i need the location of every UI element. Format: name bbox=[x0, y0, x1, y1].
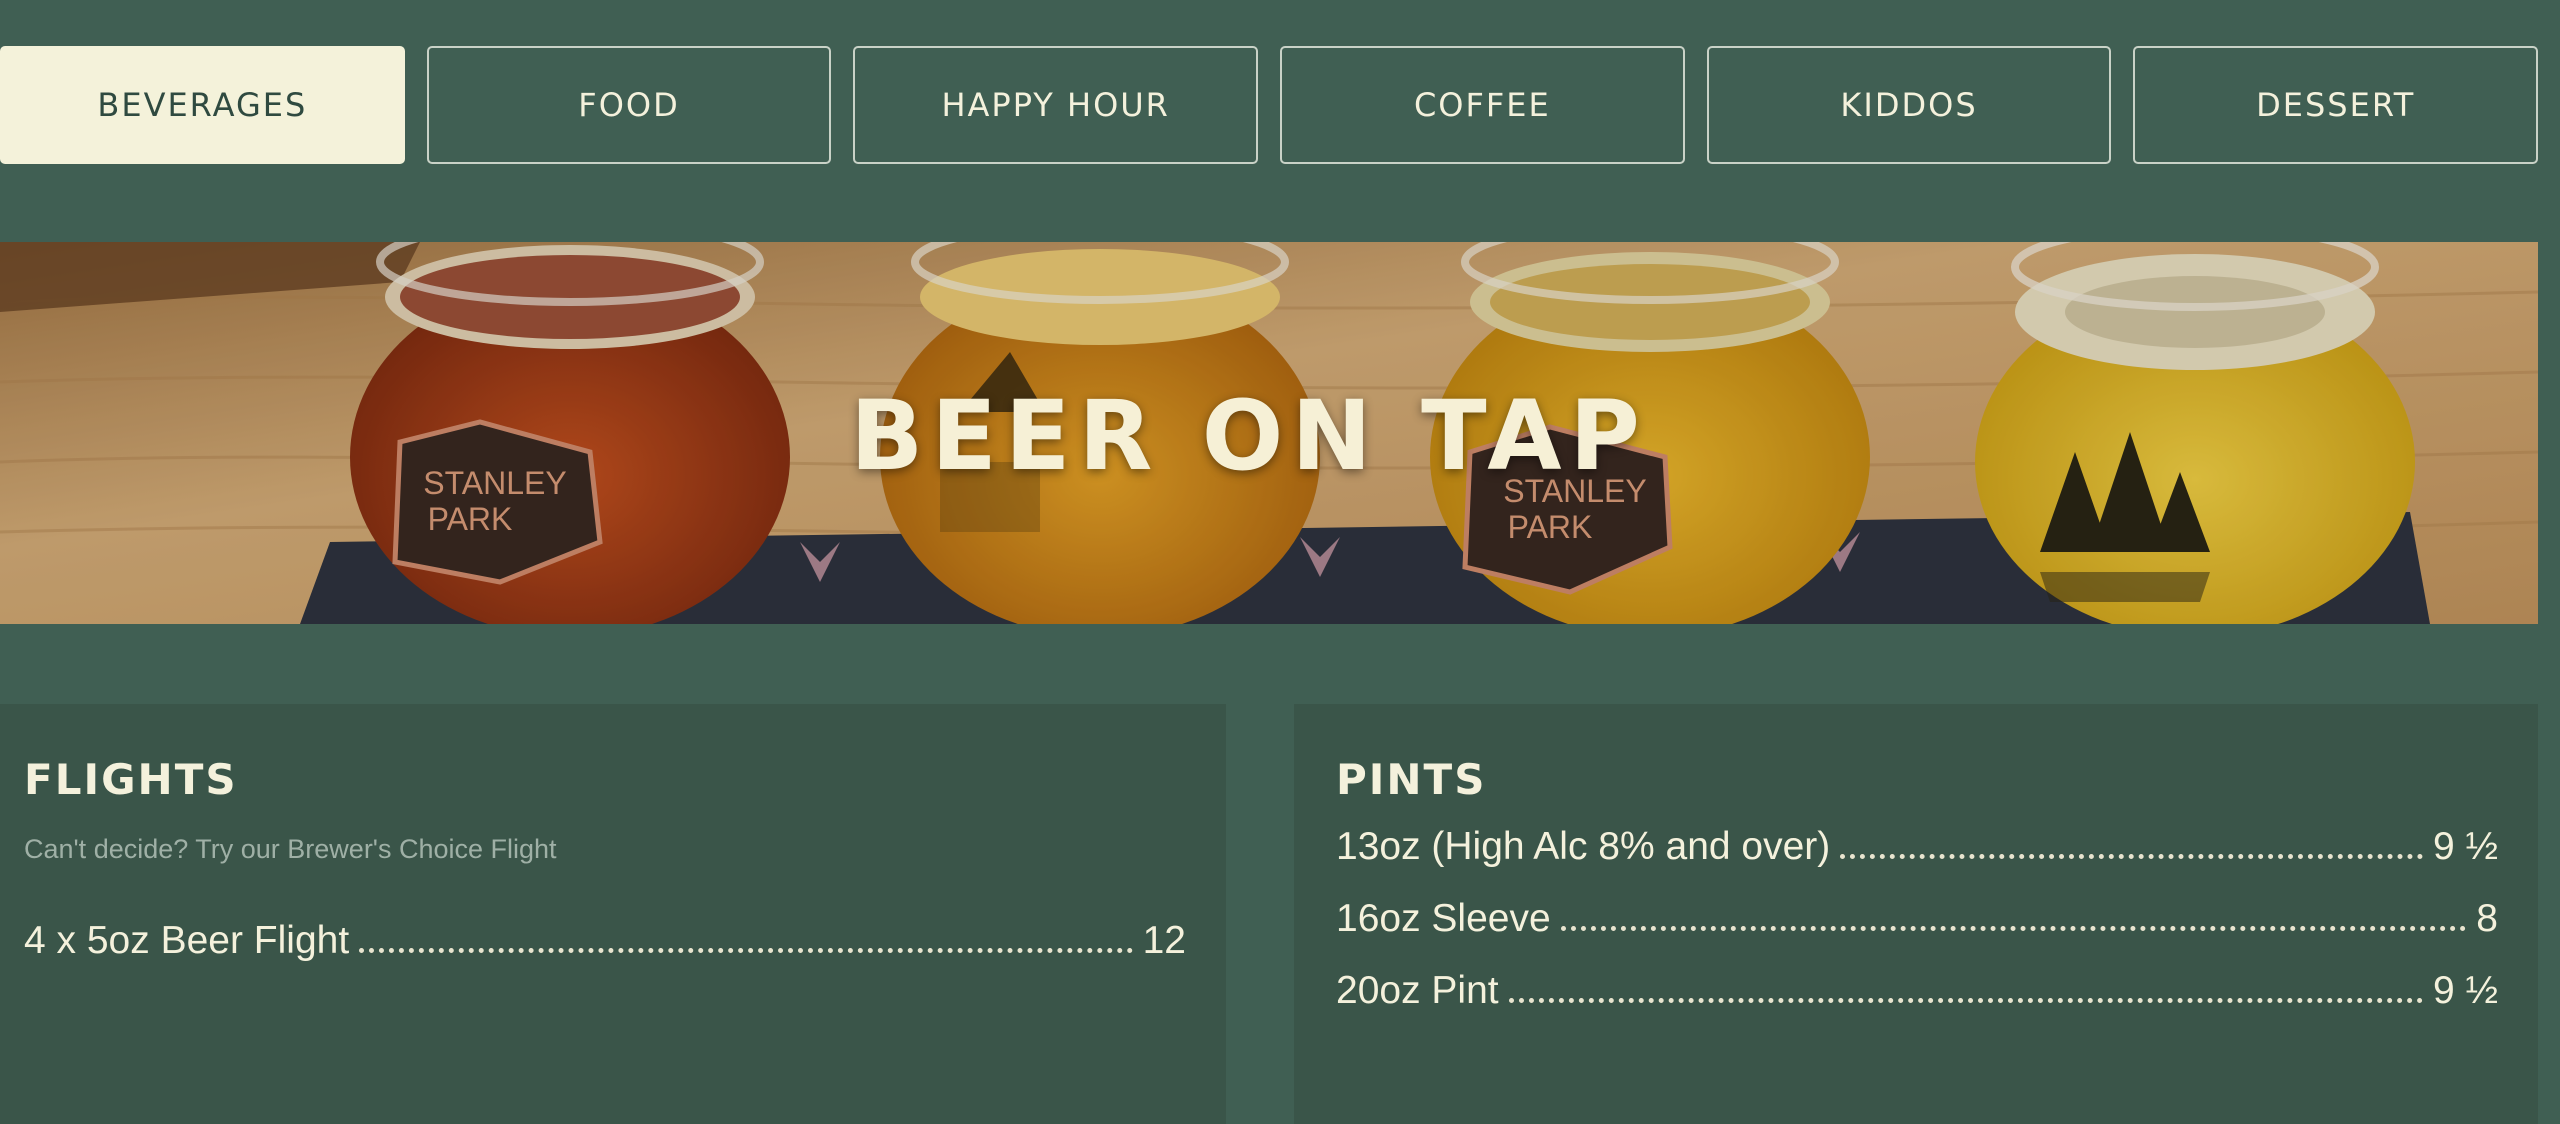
tab-dessert[interactable]: DESSERT bbox=[2133, 46, 2539, 164]
tab-kiddos[interactable]: KIDDOS bbox=[1706, 46, 2112, 164]
menu-item-price: 12 bbox=[1142, 919, 1186, 962]
menu-item: 13oz (High Alc 8% and over) 9 ½ bbox=[1336, 822, 2498, 872]
tab-happy-hour[interactable]: HAPPY HOUR bbox=[853, 46, 1259, 164]
flights-section: FLIGHTS Can't decide? Try our Brewer's C… bbox=[0, 704, 1226, 1124]
menu-item-name: 16oz Sleeve bbox=[1336, 897, 1551, 940]
flights-subtitle: Can't decide? Try our Brewer's Choice Fl… bbox=[24, 834, 557, 864]
menu-item-price: 9 ½ bbox=[2432, 969, 2498, 1012]
menu-item-name: 13oz (High Alc 8% and over) bbox=[1336, 825, 1831, 868]
menu-category-tabs: BEVERAGES FOOD HAPPY HOUR COFFEE KIDDOS … bbox=[0, 46, 2539, 164]
dot-leader bbox=[1508, 998, 2423, 1003]
menu-item-price: 9 ½ bbox=[2432, 825, 2498, 868]
menu-item: 16oz Sleeve 8 bbox=[1336, 894, 2498, 944]
menu-item-name: 20oz Pint bbox=[1336, 969, 1499, 1012]
pints-list: 13oz (High Alc 8% and over) 9 ½ 16oz Sle… bbox=[1336, 822, 2498, 1016]
flights-title: FLIGHTS bbox=[24, 755, 238, 804]
pints-title: PINTS bbox=[1336, 755, 1487, 804]
tab-food[interactable]: FOOD bbox=[426, 46, 832, 164]
dot-leader bbox=[359, 948, 1133, 953]
hero-title: BEER ON TAP bbox=[850, 380, 1648, 492]
dot-leader bbox=[1840, 854, 2423, 859]
menu-item: 4 x 5oz Beer Flight 12 bbox=[24, 916, 1186, 966]
tab-beverages[interactable]: BEVERAGES bbox=[0, 46, 405, 164]
tab-coffee[interactable]: COFFEE bbox=[1280, 46, 1685, 164]
menu-item-name: 4 x 5oz Beer Flight bbox=[24, 919, 350, 962]
pints-section: PINTS 13oz (High Alc 8% and over) 9 ½ 16… bbox=[1294, 704, 2538, 1124]
hero-banner: STANLEY PARK STANLEY PARK BEER ON TAP bbox=[0, 242, 2538, 624]
dot-leader bbox=[1560, 926, 2467, 931]
menu-item: 20oz Pint 9 ½ bbox=[1336, 966, 2498, 1016]
menu-item-price: 8 bbox=[2476, 897, 2498, 940]
